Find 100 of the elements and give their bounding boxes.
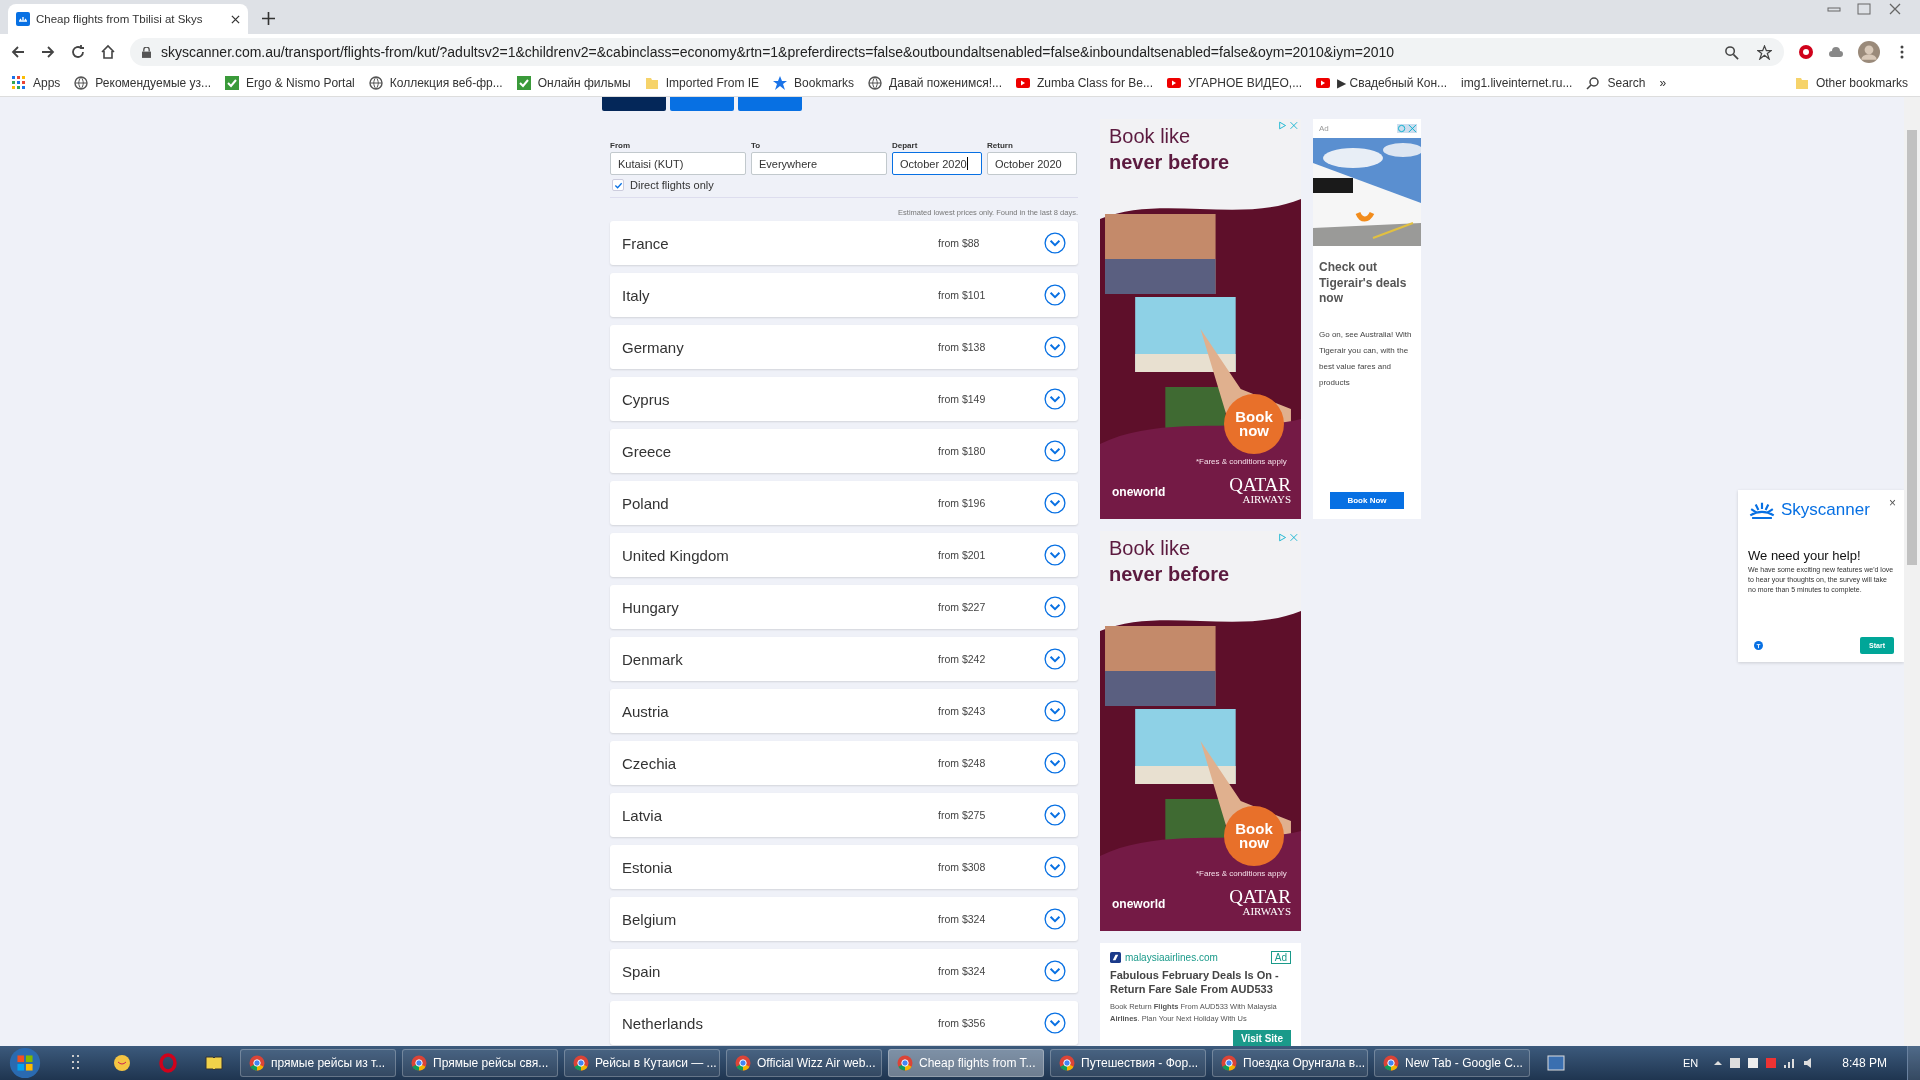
ad-title: Check out Tigerair's deals now: [1318, 259, 1408, 307]
taskbar-button[interactable]: Рейсы в Кутаиси — ...: [564, 1049, 720, 1077]
bookmark[interactable]: Рекомендуемые уз...: [74, 76, 212, 90]
cloud-icon[interactable]: [1828, 44, 1844, 60]
destination-row[interactable]: Estonia from $308: [610, 845, 1078, 889]
input-field[interactable]: Kutaisi (KUT): [610, 152, 746, 175]
chevron-down-icon[interactable]: [1044, 440, 1066, 462]
taskbar-button[interactable]: прямые рейсы из т...: [240, 1049, 396, 1077]
address-field[interactable]: skyscanner.com.au/transport/flights-from/kut/?adultsv2=1&childrenv2=&cabinclass=economy&rtn=1&preferdirects=false&outboundaltsenabled=false&inboundaltsenabled=false&oym=2010&iym=2010: [130, 38, 1784, 66]
bookmark[interactable]: Bookmarks: [773, 76, 855, 90]
show-desktop-button[interactable]: [1907, 1046, 1920, 1080]
chevron-down-icon[interactable]: [1044, 700, 1066, 722]
destination-row[interactable]: Poland from $196: [610, 481, 1078, 525]
taskbar-button[interactable]: Cheap flights from T...: [888, 1049, 1044, 1077]
country-name: Latvia: [622, 806, 664, 824]
chevron-down-icon[interactable]: [1044, 232, 1066, 254]
taskbar-button[interactable]: Путешествия - Фор...: [1050, 1049, 1206, 1077]
bookmark[interactable]: УГАРНОЕ ВИДЕО,...: [1167, 76, 1303, 90]
bookmark[interactable]: Apps: [12, 76, 61, 90]
destination-row[interactable]: Czechia from $248: [610, 741, 1078, 785]
destination-row[interactable]: Hungary from $227: [610, 585, 1078, 629]
bookmark[interactable]: Ergo & Nismo Portal: [225, 76, 355, 90]
ad-headline: Book like: [1109, 537, 1191, 560]
ad-link[interactable]: malaysiaairlines.com: [1125, 952, 1218, 963]
back-icon[interactable]: [10, 44, 26, 60]
chevron-down-icon[interactable]: [1044, 596, 1066, 618]
chevron-down-icon[interactable]: [1044, 388, 1066, 410]
avatar-icon[interactable]: [1858, 41, 1880, 63]
country-name: Spain: [622, 962, 662, 980]
input-field[interactable]: October 2020: [892, 152, 982, 175]
bookmark[interactable]: img1.liveinternet.ru...: [1461, 76, 1573, 90]
start-button[interactable]: [8, 1046, 42, 1080]
chevron-down-icon[interactable]: [1044, 284, 1066, 306]
ad-title[interactable]: Fabulous February Deals Is On - Return Fare Sale From AUD533: [1110, 968, 1291, 997]
chevron-down-icon[interactable]: [1044, 492, 1066, 514]
input-field[interactable]: Everywhere: [751, 152, 887, 175]
extension-icon[interactable]: [1798, 44, 1814, 60]
chevron-down-icon[interactable]: [1044, 908, 1066, 930]
ad-text: Go on, see Australia! With Tigerair you can, with the best value fares and products: [1318, 328, 1413, 389]
chevron-down-icon[interactable]: [1044, 336, 1066, 358]
destination-row[interactable]: Denmark from $242: [610, 637, 1078, 681]
chrome-icon: [1221, 1055, 1237, 1071]
destination-row[interactable]: Greece from $180: [610, 429, 1078, 473]
taskbar-button[interactable]: Поездка Орунгала в...: [1212, 1049, 1368, 1077]
chevron-down-icon[interactable]: [1044, 752, 1066, 774]
bookmark[interactable]: Онлайн фильмы: [516, 76, 631, 90]
destination-row[interactable]: Netherlands from $356: [610, 1001, 1078, 1045]
destination-row[interactable]: Germany from $138: [610, 325, 1078, 369]
reload-icon[interactable]: [70, 44, 86, 60]
chevron-down-icon[interactable]: [1044, 544, 1066, 566]
bookmark[interactable]: »: [1659, 76, 1667, 90]
language-indicator[interactable]: EN: [1683, 1057, 1699, 1069]
chevron-down-icon[interactable]: [1044, 856, 1066, 878]
checkbox[interactable]: [612, 179, 624, 191]
destination-row[interactable]: Austria from $243: [610, 689, 1078, 733]
destination-row[interactable]: Belgium from $324: [610, 897, 1078, 941]
bookmark[interactable]: Search: [1586, 76, 1646, 90]
star-icon[interactable]: [1757, 44, 1772, 60]
destination-row[interactable]: Latvia from $275: [610, 793, 1078, 837]
home-icon[interactable]: [100, 44, 116, 60]
forward-icon[interactable]: [40, 44, 56, 60]
taskbar-button[interactable]: New Tab - Google C...: [1374, 1049, 1530, 1077]
chevron-down-icon[interactable]: [1044, 804, 1066, 826]
scrollbar[interactable]: [1904, 97, 1920, 1046]
chat-icon[interactable]: [112, 1053, 132, 1073]
zoom-icon[interactable]: [1724, 44, 1739, 60]
country-name: Austria: [622, 702, 670, 720]
chrome-icon: [897, 1055, 913, 1071]
destination-row[interactable]: France from $88: [610, 221, 1078, 265]
taskbar-button[interactable]: Official Wizz Air web...: [726, 1049, 882, 1077]
bookmark[interactable]: Коллекция веб-фр...: [368, 76, 503, 90]
new-tab-icon[interactable]: [262, 12, 275, 25]
accessibility-icon[interactable]: [1754, 641, 1763, 650]
country-name: Cyprus: [622, 390, 671, 408]
taskbar-button[interactable]: Прямые рейсы свя...: [402, 1049, 558, 1077]
chevron-down-icon[interactable]: [1044, 648, 1066, 670]
destination-row[interactable]: Cyprus from $149: [610, 377, 1078, 421]
destination-row[interactable]: Spain from $324: [610, 949, 1078, 993]
bookmark[interactable]: Zumba Class for Be...: [1016, 76, 1154, 90]
ad-headline: Book like: [1109, 125, 1191, 148]
book-icon[interactable]: [204, 1053, 224, 1073]
price-label: from $308: [938, 861, 987, 873]
country-name: Belgium: [622, 910, 678, 928]
input-field[interactable]: October 2020: [987, 152, 1077, 175]
brand-logo: AIRWAYS: [1242, 906, 1291, 917]
bookmark[interactable]: Imported From IE: [644, 76, 760, 90]
globe-icon: [868, 76, 883, 90]
destination-row[interactable]: United Kingdom from $201: [610, 533, 1078, 577]
chevron-down-icon[interactable]: [1044, 1012, 1066, 1034]
app-icon[interactable]: [1546, 1053, 1566, 1073]
bookmark[interactable]: ▶ Свадебный Кон...: [1316, 76, 1448, 90]
bookmark[interactable]: Other bookmarks: [1794, 76, 1908, 90]
browser-tab[interactable]: Cheap flights from Tbilisi at Skys: [8, 4, 248, 34]
close-icon[interactable]: [231, 14, 240, 24]
chevron-down-icon[interactable]: [1044, 960, 1066, 982]
destination-row[interactable]: Italy from $101: [610, 273, 1078, 317]
bookmark[interactable]: Давай поженимся!...: [868, 76, 1002, 90]
close-button[interactable]: ×: [1889, 496, 1896, 510]
book-now-button[interactable]: Book Now: [1330, 492, 1404, 509]
chrome-icon: [1383, 1055, 1399, 1071]
